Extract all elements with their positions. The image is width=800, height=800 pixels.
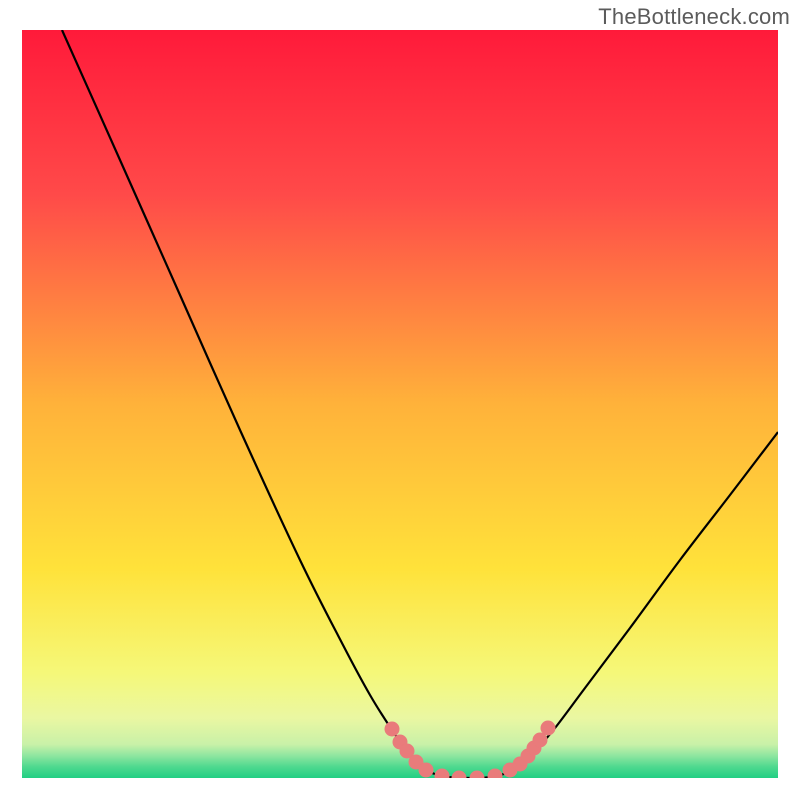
data-marker xyxy=(419,763,434,778)
gradient-background xyxy=(22,30,778,778)
data-marker xyxy=(488,769,503,784)
data-marker xyxy=(385,722,400,737)
watermark-text: TheBottleneck.com xyxy=(598,4,790,30)
data-marker xyxy=(541,721,556,736)
chart-container: TheBottleneck.com xyxy=(0,0,800,800)
data-marker xyxy=(452,771,467,786)
data-marker xyxy=(435,769,450,784)
chart-svg xyxy=(0,0,800,800)
data-marker xyxy=(470,771,485,786)
